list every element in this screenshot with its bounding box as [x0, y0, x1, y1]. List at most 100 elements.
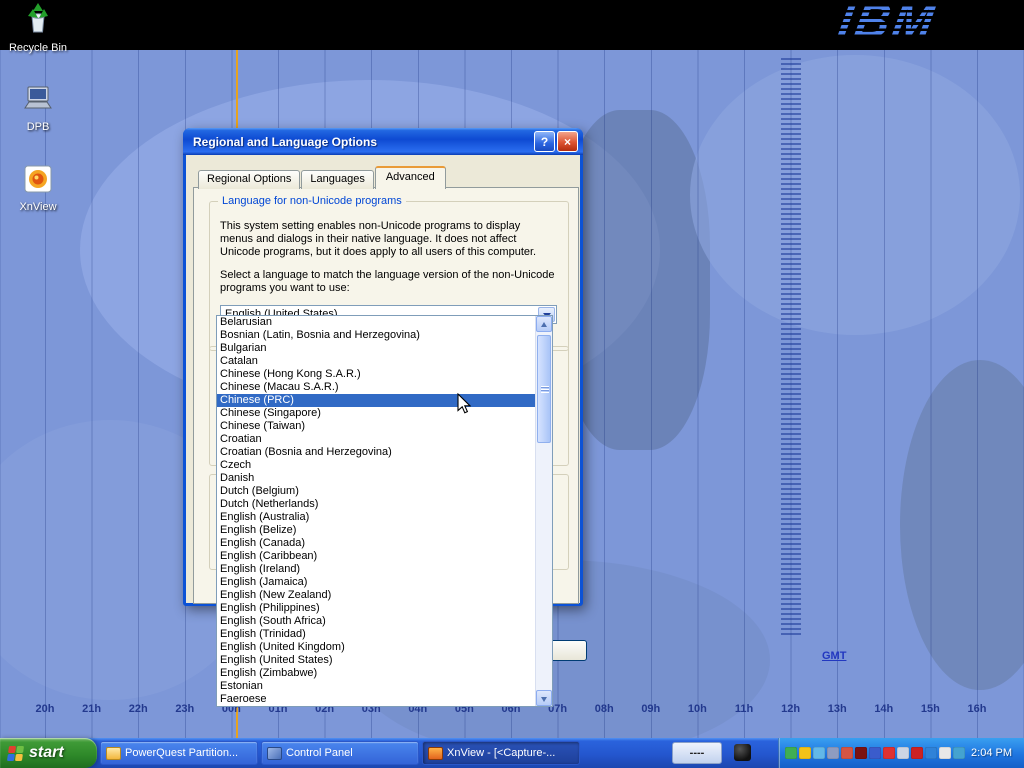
tray-icon[interactable] [883, 747, 895, 759]
language-option[interactable]: Belarusian [217, 316, 535, 329]
language-options: BelarusianBosnian (Latin, Bosnia and Her… [217, 316, 535, 706]
tab-regional-options[interactable]: Regional Options [198, 170, 300, 189]
xnview-desktop-icon[interactable]: XnView [6, 164, 70, 213]
taskbar-button-label: PowerQuest Partition... [125, 747, 238, 759]
start-button[interactable]: start [0, 738, 97, 768]
language-option[interactable]: Bulgarian [217, 342, 535, 355]
language-option[interactable]: English (Jamaica) [217, 576, 535, 589]
taskbar-button-label: XnView - [<Capture-... [447, 747, 555, 759]
recycle-bin-desktop-icon[interactable]: Recycle Bin [6, 3, 70, 54]
tray-icon[interactable] [799, 747, 811, 759]
tray-icon[interactable] [827, 747, 839, 759]
language-option[interactable]: Croatian [217, 433, 535, 446]
taskbar-button[interactable]: XnView - [<Capture-... [422, 741, 580, 765]
taskbar-button[interactable]: Control Panel [261, 741, 419, 765]
language-option[interactable]: Chinese (Singapore) [217, 407, 535, 420]
tray-icon[interactable] [785, 747, 797, 759]
tray-icons [785, 747, 971, 759]
scroll-up-arrow-icon[interactable] [536, 316, 552, 332]
language-option[interactable]: Chinese (Hong Kong S.A.R.) [217, 368, 535, 381]
dpb-desktop-icon[interactable]: DPB [6, 84, 70, 133]
language-option[interactable]: Croatian (Bosnia and Herzegovina) [217, 446, 535, 459]
language-option[interactable]: English (United Kingdom) [217, 641, 535, 654]
top-band: IBM [0, 0, 1024, 50]
close-button[interactable]: × [557, 131, 578, 152]
xnview-icon [428, 747, 443, 760]
hour-label: 21h [82, 703, 101, 715]
instruction-text: Select a language to match the language … [220, 269, 556, 295]
hour-label: 08h [595, 703, 614, 715]
dpb-label: DPB [6, 121, 70, 133]
gmt-hatched-band [781, 58, 801, 638]
language-option[interactable]: English (Philippines) [217, 602, 535, 615]
taskbar-button-label: Control Panel [286, 747, 353, 759]
language-option[interactable]: English (Trinidad) [217, 628, 535, 641]
taskbar-app-icon[interactable] [734, 744, 751, 761]
tray-icon[interactable] [855, 747, 867, 759]
hour-label: 16h [968, 703, 987, 715]
xnview-label: XnView [6, 201, 70, 213]
tray-icon[interactable] [953, 747, 965, 759]
language-option[interactable]: Estonian [217, 680, 535, 693]
language-option[interactable]: Bosnian (Latin, Bosnia and Herzegovina) [217, 329, 535, 342]
gmt-label: GMT [822, 650, 846, 662]
clock[interactable]: 2:04 PM [971, 747, 1024, 759]
separator-taskbar-button[interactable]: ---- [672, 742, 722, 764]
taskbar: start PowerQuest Partition... Control Pan… [0, 738, 1024, 768]
language-option[interactable]: Chinese (Macau S.A.R.) [217, 381, 535, 394]
recycle-bin-icon [23, 3, 53, 40]
hour-label: 10h [688, 703, 707, 715]
language-option[interactable]: Dutch (Netherlands) [217, 498, 535, 511]
start-button-label: start [29, 744, 64, 762]
system-tray: 2:04 PM [778, 738, 1024, 768]
language-option[interactable]: English (Caribbean) [217, 550, 535, 563]
language-option[interactable]: Dutch (Belgium) [217, 485, 535, 498]
language-option[interactable]: Chinese (PRC) [217, 394, 535, 407]
language-option[interactable]: Catalan [217, 355, 535, 368]
taskbar-buttons: PowerQuest Partition... Control Panel XnVi… [100, 741, 580, 765]
hour-label: 15h [921, 703, 940, 715]
tray-icon[interactable] [925, 747, 937, 759]
window-titlebar[interactable]: Regional and Language Options ? × [183, 128, 583, 155]
groupbox-caption: Language for non-Unicode programs [218, 195, 406, 207]
xnview-icon [23, 164, 53, 199]
help-button[interactable]: ? [534, 131, 555, 152]
language-option[interactable]: Chinese (Taiwan) [217, 420, 535, 433]
folder-icon [106, 747, 121, 760]
ibm-logo: IBM [834, 0, 941, 49]
taskbar-button[interactable]: PowerQuest Partition... [100, 741, 258, 765]
language-option[interactable]: English (Belize) [217, 524, 535, 537]
tray-icon[interactable] [939, 747, 951, 759]
tray-icon[interactable] [813, 747, 825, 759]
language-option[interactable]: English (South Africa) [217, 615, 535, 628]
scrollbar[interactable] [535, 316, 552, 706]
language-option[interactable]: English (United States) [217, 654, 535, 667]
tray-icon[interactable] [897, 747, 909, 759]
tray-icon[interactable] [869, 747, 881, 759]
scrollbar-thumb[interactable] [537, 335, 551, 443]
language-option[interactable]: Faeroese [217, 693, 535, 706]
tab-advanced[interactable]: Advanced [375, 166, 446, 189]
tray-icon[interactable] [911, 747, 923, 759]
hour-label: 14h [874, 703, 893, 715]
hour-label: 09h [641, 703, 660, 715]
desktop: GMT 20h21h22h23h00h01h02h03h04h05h06h07h… [0, 0, 1024, 768]
language-dropdown-list: BelarusianBosnian (Latin, Bosnia and Her… [216, 315, 553, 707]
language-option[interactable]: English (Australia) [217, 511, 535, 524]
scroll-down-arrow-icon[interactable] [536, 690, 552, 706]
hour-label: 13h [828, 703, 847, 715]
tab-strip: Regional OptionsLanguagesAdvanced [198, 164, 447, 188]
language-option[interactable]: English (Ireland) [217, 563, 535, 576]
language-option[interactable]: Danish [217, 472, 535, 485]
language-option[interactable]: English (New Zealand) [217, 589, 535, 602]
language-option[interactable]: English (Canada) [217, 537, 535, 550]
tab-languages[interactable]: Languages [301, 170, 373, 189]
language-option[interactable]: English (Zimbabwe) [217, 667, 535, 680]
hour-label: 23h [175, 703, 194, 715]
hour-label: 22h [129, 703, 148, 715]
control-panel-icon [267, 747, 282, 760]
mouse-cursor-icon [457, 393, 471, 420]
language-option[interactable]: Czech [217, 459, 535, 472]
tray-icon[interactable] [841, 747, 853, 759]
window-title: Regional and Language Options [193, 135, 532, 149]
